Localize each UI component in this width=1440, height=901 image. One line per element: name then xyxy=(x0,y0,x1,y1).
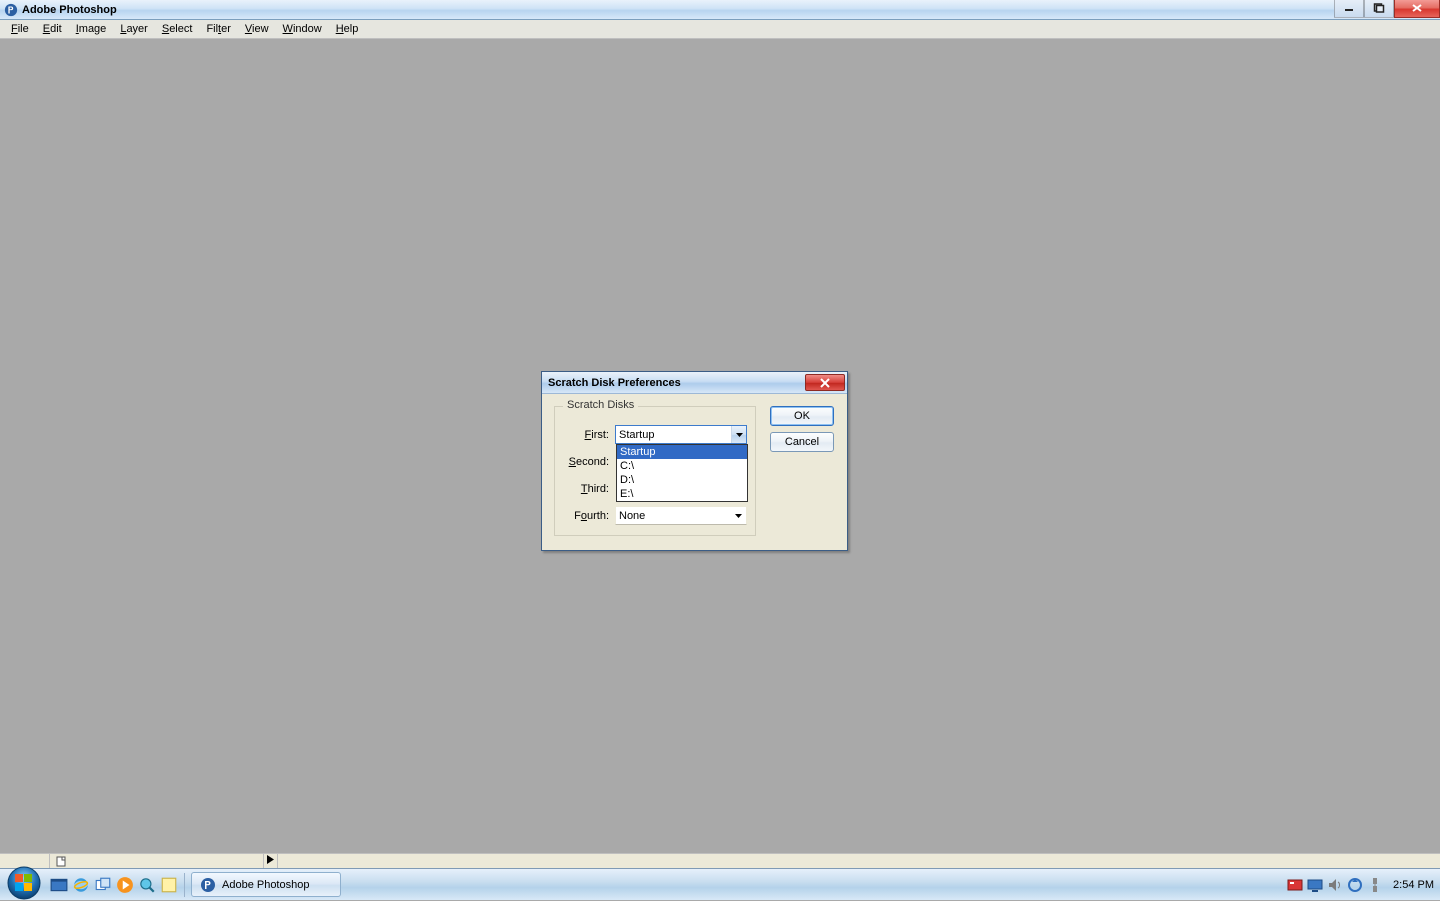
ie-icon[interactable] xyxy=(72,876,90,894)
label-fourth: Fourth: xyxy=(574,510,609,522)
menu-filter[interactable]: Filter xyxy=(199,21,237,37)
combo-first-value: Startup xyxy=(619,429,654,441)
wmp-icon[interactable] xyxy=(116,876,134,894)
document-icon xyxy=(56,856,67,867)
tray-display-icon[interactable] xyxy=(1307,877,1323,893)
menu-file[interactable]: File xyxy=(4,21,36,37)
window-close-button[interactable] xyxy=(1394,0,1440,18)
dropdown-option[interactable]: C:\ xyxy=(617,459,747,473)
workspace: Scratch Disk Preferences Scratch Disks F… xyxy=(0,39,1440,868)
groupbox-label: Scratch Disks xyxy=(563,399,638,411)
taskbar-app-label: Adobe Photoshop xyxy=(222,879,309,891)
label-second: Second: xyxy=(569,456,609,468)
start-button[interactable] xyxy=(2,869,46,901)
combo-first-dropdown[interactable]: Startup C:\ D:\ E:\ xyxy=(616,444,748,502)
system-tray: 2:54 PM xyxy=(1287,877,1440,893)
menu-bar: File Edit Image Layer Select Filter View… xyxy=(0,20,1440,39)
photoshop-app-icon xyxy=(200,877,216,893)
taskbar-app-button[interactable]: Adobe Photoshop xyxy=(191,872,341,897)
ok-button-label: OK xyxy=(794,410,810,422)
label-third: Third: xyxy=(581,483,609,495)
scratch-disk-preferences-dialog: Scratch Disk Preferences Scratch Disks F… xyxy=(541,371,848,551)
notes-icon[interactable] xyxy=(160,876,178,894)
tray-updates-icon[interactable] xyxy=(1347,877,1363,893)
tray-volume-icon[interactable] xyxy=(1327,877,1343,893)
scratch-disks-groupbox: Scratch Disks First: Startup Startup C:\… xyxy=(554,406,756,536)
menu-window[interactable]: Window xyxy=(276,21,329,37)
menu-view[interactable]: View xyxy=(238,21,276,37)
switch-windows-icon[interactable] xyxy=(94,876,112,894)
magnifier-icon[interactable] xyxy=(138,876,156,894)
cancel-button[interactable]: Cancel xyxy=(770,432,834,452)
menu-image[interactable]: Image xyxy=(69,21,114,37)
menu-select[interactable]: Select xyxy=(155,21,200,37)
label-first: First: xyxy=(585,429,609,441)
menu-layer[interactable]: Layer xyxy=(113,21,155,37)
dialog-close-button[interactable] xyxy=(805,374,845,391)
ok-button[interactable]: OK xyxy=(770,406,834,426)
chevron-down-icon xyxy=(731,426,746,443)
cancel-button-label: Cancel xyxy=(785,436,819,448)
menu-edit[interactable]: Edit xyxy=(36,21,69,37)
taskbar-separator xyxy=(184,873,185,897)
triangle-right-icon xyxy=(267,855,274,867)
combo-first[interactable]: Startup xyxy=(615,425,747,444)
app-title: Adobe Photoshop xyxy=(22,4,117,16)
dialog-titlebar[interactable]: Scratch Disk Preferences xyxy=(542,372,847,394)
status-flyout-cell[interactable] xyxy=(264,854,278,868)
quick-launch xyxy=(50,876,178,894)
app-titlebar: Adobe Photoshop xyxy=(0,0,1440,20)
menu-help[interactable]: Help xyxy=(329,21,366,37)
status-docinfo-cell[interactable] xyxy=(50,854,264,868)
dropdown-option[interactable]: Startup xyxy=(617,445,747,459)
row-first: First: Startup Startup C:\ D:\ E:\ xyxy=(563,425,747,444)
taskbar-clock[interactable]: 2:54 PM xyxy=(1393,879,1434,891)
window-maximize-button[interactable] xyxy=(1364,0,1394,18)
dropdown-option[interactable]: E:\ xyxy=(617,487,747,501)
dialog-title: Scratch Disk Preferences xyxy=(548,377,681,389)
tray-security-icon[interactable] xyxy=(1287,877,1303,893)
tray-network-icon[interactable] xyxy=(1367,877,1383,893)
row-fourth: Fourth: None xyxy=(563,506,747,525)
dropdown-option[interactable]: D:\ xyxy=(617,473,747,487)
chevron-down-icon xyxy=(731,507,746,524)
show-desktop-icon[interactable] xyxy=(50,876,68,894)
window-minimize-button[interactable] xyxy=(1334,0,1364,18)
photoshop-app-icon xyxy=(4,3,18,17)
combo-fourth-value: None xyxy=(619,510,645,522)
taskbar: Adobe Photoshop 2:54 PM xyxy=(0,868,1440,900)
combo-fourth[interactable]: None xyxy=(615,506,747,525)
status-bar xyxy=(0,853,1440,868)
